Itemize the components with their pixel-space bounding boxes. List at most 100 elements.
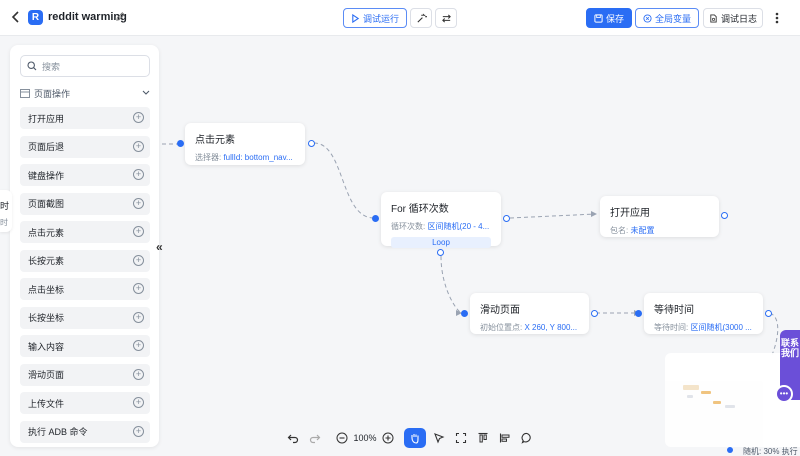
- hand-icon: [411, 434, 419, 444]
- tool-label: 点击元素: [28, 227, 65, 238]
- play-icon: [352, 13, 360, 23]
- log-file-icon: [710, 13, 717, 23]
- node-title: 等待时间: [654, 305, 694, 316]
- output-port[interactable]: [765, 310, 772, 317]
- partial-node[interactable]: 时 时: [0, 190, 12, 232]
- fullscreen-icon: [455, 432, 467, 444]
- plus-circle-icon: [382, 432, 394, 444]
- add-circle-icon[interactable]: +: [133, 311, 144, 323]
- variable-icon: [643, 13, 652, 23]
- tool-item-input-text[interactable]: 输入内容 +: [20, 335, 150, 357]
- save-button[interactable]: 保存: [586, 8, 632, 28]
- tool-item-adb-command[interactable]: 执行 ADB 命令 +: [20, 420, 150, 443]
- node-sub-value: 区间随机(3000 ...: [690, 323, 752, 332]
- input-port[interactable]: [635, 310, 642, 317]
- search-placeholder: 搜索: [42, 61, 61, 72]
- minus-circle-icon: [336, 432, 348, 444]
- zoom-in-button[interactable]: [378, 428, 398, 448]
- tool-label: 页面后退: [28, 142, 65, 152]
- node-wait[interactable]: 等待时间 等待时间: 区间随机(3000 ...: [644, 293, 763, 334]
- node-sub-key: 循环次数:: [391, 222, 428, 231]
- input-port[interactable]: [461, 310, 468, 317]
- pointer-select-button[interactable]: [428, 428, 450, 448]
- align-top-button[interactable]: [472, 428, 494, 448]
- tool-item-swipe[interactable]: 滑动页面 +: [20, 363, 150, 386]
- tool-item-upload-file[interactable]: 上传文件 +: [20, 392, 150, 414]
- add-circle-icon[interactable]: +: [133, 397, 144, 408]
- tool-item-long-press-element[interactable]: 长按元素 +: [20, 249, 150, 272]
- tool-item-keyboard[interactable]: 键盘操作 +: [20, 164, 150, 186]
- redo-button[interactable]: [304, 428, 326, 448]
- pencil-icon[interactable]: [115, 11, 126, 22]
- input-port[interactable]: [177, 140, 184, 147]
- tool-item-click-element[interactable]: 点击元素 +: [20, 221, 150, 243]
- tool-item-page-back[interactable]: 页面后退 +: [20, 135, 150, 158]
- node-open-app[interactable]: 打开应用 包名: 未配置: [600, 196, 719, 237]
- node-sub-key: 等待时间:: [654, 323, 691, 332]
- add-circle-icon[interactable]: +: [133, 368, 144, 380]
- undo-button[interactable]: [282, 428, 304, 448]
- node-swipe[interactable]: 滑动页面 初始位置点: X 260, Y 800...: [470, 293, 589, 334]
- debug-log-button[interactable]: 调试日志: [703, 8, 763, 28]
- add-circle-icon[interactable]: +: [133, 254, 144, 266]
- add-circle-icon[interactable]: +: [133, 425, 144, 437]
- add-circle-icon[interactable]: +: [133, 140, 144, 152]
- section-page-actions[interactable]: 页面操作: [20, 86, 150, 100]
- tool-label: 长按元素: [28, 256, 65, 266]
- output-port[interactable]: [503, 215, 510, 222]
- save-label: 保存: [605, 13, 624, 24]
- tool-label: 滑动页面: [28, 370, 65, 380]
- tool-item-click-coordinate[interactable]: 点击坐标 +: [20, 278, 150, 300]
- debug-run-button[interactable]: 调试运行: [343, 8, 407, 28]
- output-port[interactable]: [721, 212, 728, 219]
- align-left-button[interactable]: [494, 428, 516, 448]
- swap-button[interactable]: [435, 8, 457, 28]
- global-variables-button[interactable]: 全局变量: [635, 8, 699, 28]
- status-dot: [727, 447, 733, 453]
- node-title: 滑动页面: [480, 305, 520, 316]
- tool-item-long-press-coordinate[interactable]: 长按坐标 +: [20, 306, 150, 329]
- tool-label: 上传文件: [28, 398, 65, 409]
- fit-view-button[interactable]: [450, 428, 472, 448]
- add-circle-icon[interactable]: +: [133, 226, 144, 237]
- add-circle-icon[interactable]: +: [133, 340, 144, 351]
- back-arrow-icon[interactable]: [9, 10, 23, 24]
- output-port[interactable]: [591, 310, 598, 317]
- node-palette-panel: 搜索 页面操作 打开应用 + 页面后退 + 键盘操作 + 页面截图 + 点击元素 + 长按…: [10, 45, 159, 447]
- zoom-out-button[interactable]: [332, 428, 352, 448]
- search-input[interactable]: 搜索: [20, 55, 150, 77]
- node-subtitle: 初始位置点: X 260, Y 800...: [480, 322, 579, 333]
- node-click-element[interactable]: 点击元素 选择器: fullId: bottom_nav...: [185, 123, 305, 165]
- node-for-loop[interactable]: For 循环次数 循环次数: 区间随机(20 - 4... Loop: [381, 192, 501, 248]
- comment-button[interactable]: [516, 428, 538, 448]
- tool-item-screenshot[interactable]: 页面截图 +: [20, 192, 150, 215]
- output-port[interactable]: [308, 140, 315, 147]
- input-port[interactable]: [372, 215, 379, 222]
- add-circle-icon[interactable]: +: [133, 283, 144, 294]
- add-circle-icon[interactable]: +: [133, 112, 144, 123]
- add-circle-icon[interactable]: +: [133, 169, 144, 180]
- search-icon: [27, 61, 37, 71]
- tool-item-open-app[interactable]: 打开应用 +: [20, 107, 150, 129]
- tool-label: 长按坐标: [28, 313, 65, 323]
- node-subtitle: 选择器: fullId: bottom_nav...: [195, 152, 295, 163]
- tool-list: 打开应用 + 页面后退 + 键盘操作 + 页面截图 + 点击元素 + 长按元素 + 点击坐标…: [20, 107, 150, 449]
- magic-wand-icon: [416, 13, 427, 23]
- node-sub-key: 初始位置点:: [480, 323, 525, 332]
- tool-label: 打开应用: [28, 113, 65, 124]
- node-title: 点击元素: [195, 135, 235, 146]
- collapse-panel-button[interactable]: «: [156, 240, 163, 254]
- node-sub-value: 区间随机(20 - 4...: [427, 222, 490, 231]
- node-subtitle: 等待时间: 区间随机(3000 ...: [654, 322, 753, 333]
- magic-wand-button[interactable]: [410, 8, 432, 28]
- redo-icon: [309, 434, 321, 444]
- undo-icon: [287, 434, 299, 444]
- chat-bubble-icon[interactable]: •••: [775, 385, 793, 403]
- debug-run-label: 调试运行: [362, 13, 399, 24]
- loop-body-port[interactable]: [437, 249, 444, 256]
- node-sub-value: X 260, Y 800...: [524, 323, 578, 332]
- hand-pan-button[interactable]: [404, 428, 426, 448]
- more-vertical-icon[interactable]: [771, 9, 783, 27]
- add-circle-icon[interactable]: +: [133, 197, 144, 209]
- tool-label: 键盘操作: [28, 170, 65, 181]
